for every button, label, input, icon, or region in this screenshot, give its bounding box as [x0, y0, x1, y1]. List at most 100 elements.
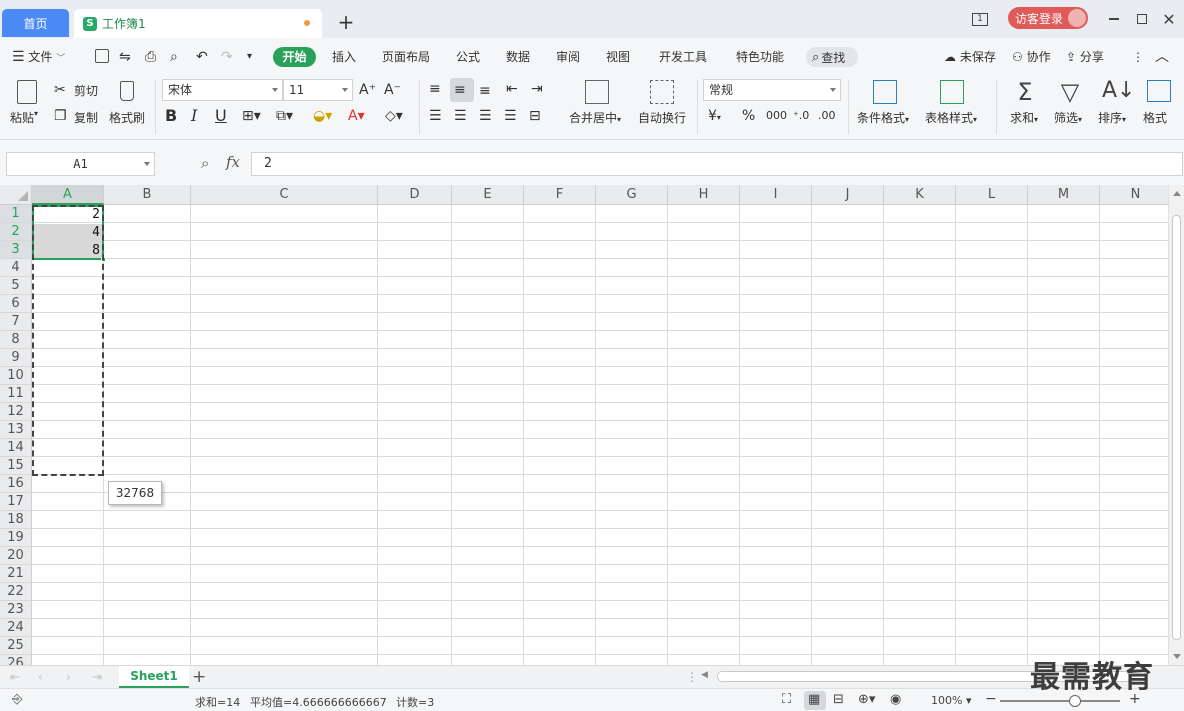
tab-insert[interactable]: 插入: [332, 47, 356, 67]
column-header-j[interactable]: J: [812, 185, 884, 205]
row-header-13[interactable]: 13: [0, 421, 32, 439]
number-format-select[interactable]: 常规: [703, 79, 841, 101]
insert-function-button[interactable]: fx: [226, 153, 240, 171]
quick-access-dropdown-icon[interactable]: ▾: [247, 47, 252, 67]
first-sheet-icon[interactable]: ⇤: [10, 670, 20, 684]
borders-icon[interactable]: ⊞▾: [242, 107, 261, 125]
percent-button[interactable]: %: [742, 107, 755, 125]
zoom-level-select[interactable]: 100% ▾: [931, 694, 971, 707]
fullscreen-icon[interactable]: ⛶: [782, 692, 791, 707]
merge-cells-icon[interactable]: [585, 80, 609, 104]
wrap-text-icon[interactable]: [650, 80, 674, 104]
conditional-format-button[interactable]: 条件格式▾: [857, 109, 909, 126]
sum-icon[interactable]: Σ: [1013, 78, 1037, 106]
spreadsheet-grid[interactable]: ABCDEFGHIJKLMN 1 2 3 4 5 6 7 8 9 10 11 12 13 14 15 16 17…: [0, 185, 1168, 665]
tab-start[interactable]: 开始: [273, 47, 316, 67]
underline-button[interactable]: U: [215, 107, 227, 125]
row-header-3[interactable]: 3: [0, 241, 32, 259]
tab-workbook[interactable]: S 工作簿1: [74, 9, 322, 38]
font-name-select[interactable]: 宋体: [162, 79, 283, 101]
thousands-button[interactable]: 000: [766, 107, 787, 125]
vertical-scroll-thumb[interactable]: [1172, 215, 1181, 640]
select-all-button[interactable]: [0, 185, 32, 205]
font-color-icon[interactable]: A▾: [348, 107, 365, 125]
decrease-indent-icon[interactable]: ⇤: [506, 80, 518, 98]
clear-format-icon[interactable]: ◇▾: [385, 107, 403, 125]
scroll-left-icon[interactable]: ◀: [701, 670, 708, 680]
increase-font-icon[interactable]: A⁺: [359, 81, 376, 99]
cut-button[interactable]: 剪切: [74, 82, 98, 99]
next-sheet-icon[interactable]: ›: [66, 670, 71, 684]
row-header-22[interactable]: 22: [0, 583, 32, 601]
currency-button[interactable]: ¥▾: [708, 107, 721, 127]
fill-color-icon[interactable]: ◒▾: [313, 107, 332, 125]
normal-view-icon[interactable]: ▦: [808, 692, 820, 707]
column-header-b[interactable]: B: [104, 185, 191, 205]
collaborate-button[interactable]: ⚇ 协作: [1012, 47, 1051, 67]
paste-button[interactable]: [12, 78, 42, 108]
minimize-button[interactable]: [1104, 9, 1124, 29]
wrap-text-button[interactable]: 自动换行: [638, 109, 686, 126]
row-header-18[interactable]: 18: [0, 511, 32, 529]
reading-mode-icon[interactable]: ⊕▾: [858, 692, 875, 707]
column-header-c[interactable]: C: [191, 185, 378, 205]
align-left-icon[interactable]: ☰: [429, 107, 442, 125]
add-sheet-button[interactable]: +: [192, 667, 206, 687]
align-center-icon[interactable]: ☰: [454, 107, 467, 125]
row-header-9[interactable]: 9: [0, 349, 32, 367]
table-style-icon[interactable]: [940, 80, 964, 104]
distribute-icon[interactable]: ⊟: [529, 107, 541, 125]
tab-developer[interactable]: 开发工具: [659, 47, 707, 67]
column-header-m[interactable]: M: [1028, 185, 1100, 205]
page-break-view-icon[interactable]: ⊟: [833, 692, 844, 707]
decrease-decimal-icon[interactable]: .00: [818, 107, 836, 125]
tab-formulas[interactable]: 公式: [456, 47, 480, 67]
row-header-12[interactable]: 12: [0, 403, 32, 421]
row-header-21[interactable]: 21: [0, 565, 32, 583]
tab-data[interactable]: 数据: [506, 47, 530, 67]
row-header-15[interactable]: 15: [0, 457, 32, 475]
column-header-d[interactable]: D: [378, 185, 452, 205]
zoom-formula-icon[interactable]: ⌕: [201, 154, 209, 172]
column-header-e[interactable]: E: [452, 185, 524, 205]
column-header-a[interactable]: A: [32, 185, 104, 205]
table-style-button[interactable]: 表格样式▾: [925, 109, 977, 126]
tab-special-features[interactable]: 特色功能: [736, 47, 784, 67]
align-right-icon[interactable]: ☰: [479, 107, 492, 125]
paste-dropdown-icon[interactable]: ▾: [34, 109, 38, 118]
italic-button[interactable]: I: [191, 107, 197, 125]
row-header-14[interactable]: 14: [0, 439, 32, 457]
conditional-format-icon[interactable]: [873, 80, 897, 104]
tab-review[interactable]: 审阅: [556, 47, 580, 67]
more-options-icon[interactable]: ⋮: [1132, 47, 1144, 67]
zoom-slider[interactable]: [1000, 700, 1120, 702]
row-header-20[interactable]: 20: [0, 547, 32, 565]
sort-button[interactable]: 排序▾: [1098, 109, 1126, 126]
filter-button[interactable]: 筛选▾: [1054, 109, 1082, 126]
row-header-16[interactable]: 16: [0, 475, 32, 493]
row-header-23[interactable]: 23: [0, 601, 32, 619]
align-middle-icon[interactable]: ≡: [454, 81, 466, 99]
tab-home[interactable]: 首页: [2, 9, 69, 37]
eye-protection-icon[interactable]: ◉: [890, 692, 901, 707]
prev-sheet-icon[interactable]: ‹: [38, 670, 43, 684]
row-header-2[interactable]: 2: [0, 223, 32, 241]
column-header-h[interactable]: H: [668, 185, 740, 205]
row-header-17[interactable]: 17: [0, 493, 32, 511]
redo-icon[interactable]: ↷: [221, 47, 233, 67]
row-header-25[interactable]: 25: [0, 637, 32, 655]
row-header-8[interactable]: 8: [0, 331, 32, 349]
row-header-5[interactable]: 5: [0, 277, 32, 295]
close-button[interactable]: ✕: [1159, 9, 1179, 29]
row-header-26[interactable]: 26: [0, 655, 32, 665]
tab-view[interactable]: 视图: [606, 47, 630, 67]
sum-button[interactable]: 求和▾: [1010, 109, 1038, 126]
print-preview-icon[interactable]: ⌕: [170, 47, 178, 67]
scroll-up-icon[interactable]: [1173, 191, 1181, 196]
file-menu-button[interactable]: ☰ 文件 ﹀: [12, 47, 65, 67]
column-header-l[interactable]: L: [956, 185, 1028, 205]
zoom-slider-knob[interactable]: [1069, 695, 1081, 707]
unsaved-status-button[interactable]: ☁ 未保存: [944, 47, 996, 67]
column-header-n[interactable]: N: [1100, 185, 1168, 205]
copy-icon[interactable]: ❐: [54, 107, 67, 125]
